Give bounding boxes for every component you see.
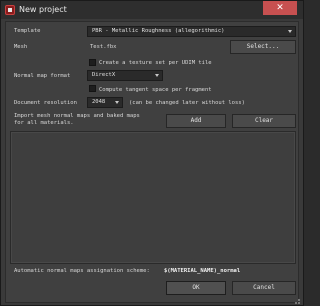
normal-map-format-value: DirectX [92,72,116,78]
new-project-dialog: New project ✕ Template PBR - Metallic Ro… [0,0,304,306]
cancel-button[interactable]: Cancel [232,281,296,295]
import-label-line1: Import mesh normal maps and baked maps [14,113,140,119]
udim-checkbox[interactable] [89,59,96,66]
close-button[interactable]: ✕ [263,1,297,15]
tangent-label: Compute tangent space per fragment [99,87,212,93]
chevron-down-icon [288,30,292,33]
tangent-checkbox[interactable] [89,85,96,92]
import-label-line2: for all materials. [14,120,74,126]
document-resolution-label: Document resolution [14,100,77,106]
template-value: PBR - Metallic Roughness (allegorithmic) [92,28,225,34]
udim-label: Create a texture set per UDIM tile [99,60,212,66]
imported-maps-list[interactable] [10,131,296,264]
resize-grip-icon[interactable] [291,298,301,306]
app-logo-icon [5,5,15,15]
resolution-dropdown[interactable]: 2048 [87,97,123,108]
chevron-down-icon [115,101,119,104]
mesh-label: Mesh [14,44,28,50]
add-button[interactable]: Add [166,114,226,128]
clear-button[interactable]: Clear [232,114,296,128]
resolution-note: (can be changed later without loss) [129,100,245,106]
chevron-down-icon [155,74,159,77]
mesh-filename: Test.fbx [90,44,117,50]
template-dropdown[interactable]: PBR - Metallic Roughness (allegorithmic) [87,26,296,37]
title-bar[interactable]: New project ✕ [1,1,303,19]
assignment-scheme-value: $(MATERIAL_NAME)_normal [164,268,241,274]
window-title: New project [19,5,67,14]
assignment-scheme-label: Automatic normal maps assignation scheme… [14,268,150,274]
normal-map-format-dropdown[interactable]: DirectX [87,70,163,81]
resolution-value: 2048 [92,99,106,105]
template-label: Template [14,28,41,34]
normal-map-format-label: Normal map format [14,73,71,79]
select-mesh-button[interactable]: Select... [230,40,296,54]
ok-button[interactable]: OK [166,281,226,295]
